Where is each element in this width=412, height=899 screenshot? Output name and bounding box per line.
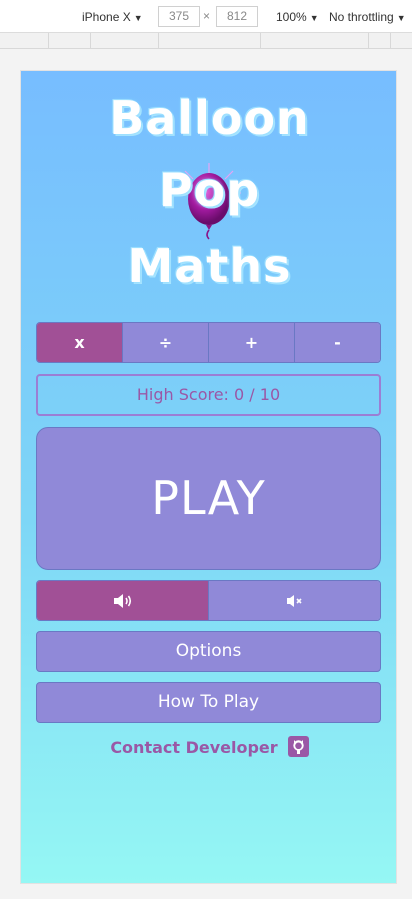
op-multiply-button[interactable]: x	[37, 323, 123, 362]
contact-developer-link[interactable]: Contact Developer	[21, 736, 398, 759]
throttling-label: No throttling	[329, 10, 394, 24]
caret-down-icon: ▼	[133, 13, 143, 23]
github-icon[interactable]	[287, 736, 309, 757]
app-viewport: Balloon Pop Maths x ÷ + - High Score: 0 …	[20, 70, 397, 884]
operation-selector: x ÷ + -	[36, 322, 381, 363]
dimension-separator: ×	[203, 9, 211, 23]
device-label: iPhone X	[82, 10, 131, 24]
op-add-button[interactable]: +	[209, 323, 295, 362]
op-subtract-button[interactable]: -	[295, 323, 380, 362]
op-divide-button[interactable]: ÷	[123, 323, 209, 362]
caret-down-icon: ▼	[309, 13, 319, 23]
device-select[interactable]: iPhone X ▼	[82, 10, 143, 24]
zoom-select[interactable]: 100% ▼	[276, 10, 319, 24]
sound-on-button[interactable]	[37, 581, 209, 620]
options-button[interactable]: Options	[36, 631, 381, 672]
sound-toggle	[36, 580, 381, 621]
sound-off-button[interactable]	[209, 581, 380, 620]
title-line-2: Pop	[158, 163, 261, 217]
caret-down-icon: ▼	[396, 13, 406, 23]
play-button[interactable]: PLAY	[36, 427, 381, 570]
title-line-3: Maths	[127, 239, 292, 293]
width-input[interactable]: 375	[158, 6, 200, 27]
media-query-ruler	[0, 33, 412, 49]
volume-mute-icon	[286, 594, 302, 607]
volume-up-icon	[113, 593, 131, 608]
how-to-play-button[interactable]: How To Play	[36, 682, 381, 723]
height-input[interactable]: 812	[216, 6, 258, 27]
high-score: High Score: 0 / 10	[36, 374, 381, 416]
devtools-toolbar: iPhone X ▼ 375 × 812 100% ▼ No throttling ▼	[0, 0, 412, 33]
contact-label: Contact Developer	[110, 738, 278, 757]
title-line-1: Balloon	[109, 91, 310, 145]
zoom-label: 100%	[276, 10, 307, 24]
throttling-select[interactable]: No throttling ▼	[329, 10, 406, 24]
